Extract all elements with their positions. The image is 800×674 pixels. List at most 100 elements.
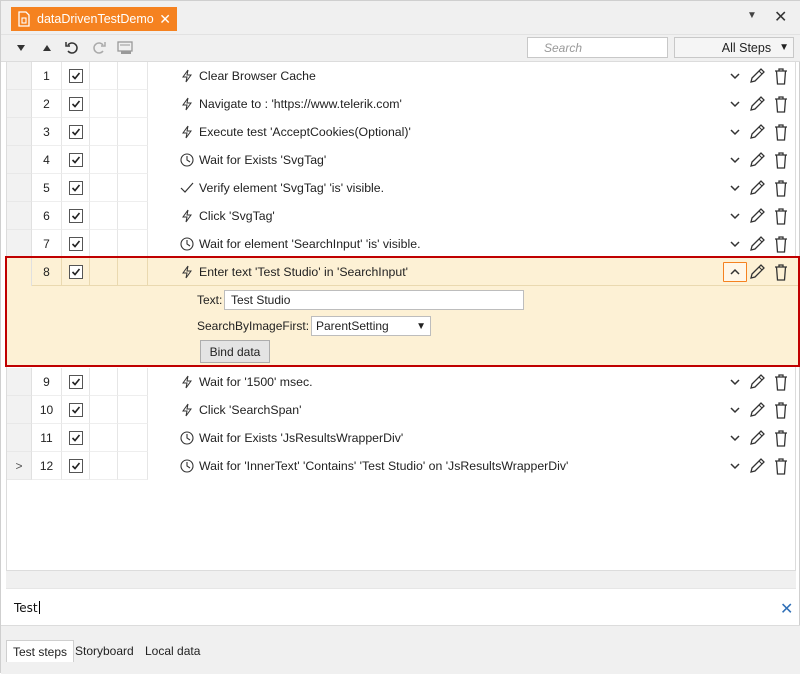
expand-step-button[interactable] (723, 456, 747, 476)
step-description[interactable]: Click 'SearchSpan' (148, 396, 795, 424)
edit-step-icon[interactable] (748, 457, 766, 475)
expand-step-button[interactable] (723, 150, 747, 170)
tab-list-dropdown-icon[interactable]: ▼ (747, 10, 757, 21)
command-input-area[interactable]: Test ✕ (6, 588, 796, 625)
step-enabled-checkbox[interactable] (62, 202, 90, 230)
step-enabled-checkbox[interactable] (62, 258, 90, 286)
delete-step-icon[interactable] (773, 151, 789, 169)
step-description[interactable]: Navigate to : 'https://www.telerik.com' (148, 90, 795, 118)
table-row-step-10[interactable]: 10 Click 'SearchSpan' (7, 396, 795, 424)
table-row-step-7[interactable]: 7 Wait for element 'SearchInput' 'is' vis… (7, 230, 795, 258)
undo-icon[interactable] (62, 38, 82, 58)
edit-step-icon[interactable] (748, 123, 766, 141)
row-expander[interactable] (7, 230, 32, 258)
table-row-step-1[interactable]: 1 Clear Browser Cache (7, 62, 795, 90)
delete-step-icon[interactable] (773, 373, 789, 391)
delete-step-icon[interactable] (773, 429, 789, 447)
edit-step-icon[interactable] (748, 401, 766, 419)
step-description[interactable]: Wait for Exists 'SvgTag' (148, 146, 795, 174)
edit-step-icon[interactable] (748, 179, 766, 197)
row-expander[interactable] (7, 258, 32, 286)
table-row-step-6[interactable]: 6 Click 'SvgTag' (7, 202, 795, 230)
step-description[interactable]: Enter text 'Test Studio' in 'SearchInput… (148, 258, 795, 286)
table-row-step-12[interactable]: >12 Wait for 'InnerText' 'Contains' 'Test… (7, 452, 795, 480)
row-expander[interactable] (7, 146, 32, 174)
expand-step-button[interactable] (723, 178, 747, 198)
delete-step-icon[interactable] (773, 207, 789, 225)
table-row-step-9[interactable]: 9 Wait for '1500' msec. (7, 368, 795, 396)
expand-step-button[interactable] (723, 372, 747, 392)
delete-step-icon[interactable] (773, 401, 789, 419)
recorder-icon[interactable] (116, 38, 136, 58)
step-enabled-checkbox[interactable] (62, 118, 90, 146)
expand-step-button[interactable] (723, 206, 747, 226)
table-row-step-2[interactable]: 2 Navigate to : 'https://www.telerik.com' (7, 90, 795, 118)
row-expander[interactable] (7, 396, 32, 424)
delete-step-icon[interactable] (773, 179, 789, 197)
table-row-step-4[interactable]: 4 Wait for Exists 'SvgTag' (7, 146, 795, 174)
step-filter-select[interactable]: All Steps ▼ (674, 37, 794, 58)
expand-step-button[interactable] (723, 428, 747, 448)
edit-step-icon[interactable] (748, 235, 766, 253)
search-by-image-select[interactable]: ParentSetting ▼ (311, 316, 431, 336)
step-description[interactable]: Wait for element 'SearchInput' 'is' visi… (148, 230, 795, 258)
collapse-step-button[interactable] (723, 262, 747, 282)
table-row-step-8[interactable]: 8 Enter text 'Test Studio' in 'SearchInp… (7, 258, 798, 286)
table-row-step-5[interactable]: 5 Verify element 'SvgTag' 'is' visible. (7, 174, 795, 202)
table-row-step-3[interactable]: 3 Execute test 'AcceptCookies(Optional)' (7, 118, 795, 146)
step-enabled-checkbox[interactable] (62, 62, 90, 90)
expand-step-button[interactable] (723, 122, 747, 142)
redo-icon[interactable] (89, 38, 109, 58)
delete-step-icon[interactable] (773, 235, 789, 253)
expand-step-button[interactable] (723, 400, 747, 420)
move-down-icon[interactable] (11, 38, 31, 58)
delete-step-icon[interactable] (773, 457, 789, 475)
edit-step-icon[interactable] (748, 95, 766, 113)
step-description[interactable]: Wait for '1500' msec. (148, 368, 795, 396)
edit-step-icon[interactable] (748, 151, 766, 169)
edit-step-icon[interactable] (748, 67, 766, 85)
row-expander[interactable]: > (7, 452, 32, 480)
step-enabled-checkbox[interactable] (62, 424, 90, 452)
close-window-icon[interactable]: ✕ (774, 7, 787, 27)
clear-input-icon[interactable]: ✕ (780, 599, 793, 619)
step-description[interactable]: Verify element 'SvgTag' 'is' visible. (148, 174, 795, 202)
expand-step-button[interactable] (723, 94, 747, 114)
expand-step-button[interactable] (723, 234, 747, 254)
move-up-icon[interactable] (37, 38, 57, 58)
edit-step-icon[interactable] (748, 263, 766, 281)
row-expander[interactable] (7, 118, 32, 146)
tab-test-steps[interactable]: Test steps (6, 640, 75, 662)
tab-datadriven-test[interactable]: dataDrivenTestDemo ✕ (11, 7, 177, 31)
edit-step-icon[interactable] (748, 373, 766, 391)
row-expander[interactable] (7, 174, 32, 202)
row-expander[interactable] (7, 62, 32, 90)
step-description[interactable]: Click 'SvgTag' (148, 202, 795, 230)
delete-step-icon[interactable] (773, 123, 789, 141)
step-enabled-checkbox[interactable] (62, 452, 90, 480)
step-enabled-checkbox[interactable] (62, 368, 90, 396)
delete-step-icon[interactable] (773, 95, 789, 113)
text-field[interactable] (224, 290, 524, 310)
bind-data-button[interactable]: Bind data (200, 340, 270, 363)
step-enabled-checkbox[interactable] (62, 230, 90, 258)
edit-step-icon[interactable] (748, 207, 766, 225)
step-enabled-checkbox[interactable] (62, 146, 90, 174)
row-expander[interactable] (7, 424, 32, 452)
delete-step-icon[interactable] (773, 67, 789, 85)
step-description[interactable]: Execute test 'AcceptCookies(Optional)' (148, 118, 795, 146)
close-tab-icon[interactable]: ✕ (159, 11, 171, 28)
step-enabled-checkbox[interactable] (62, 174, 90, 202)
row-expander[interactable] (7, 90, 32, 118)
row-expander[interactable] (7, 202, 32, 230)
step-description[interactable]: Wait for Exists 'JsResultsWrapperDiv' (148, 424, 795, 452)
command-input[interactable]: Test (14, 601, 40, 615)
delete-step-icon[interactable] (773, 263, 789, 281)
expand-step-button[interactable] (723, 66, 747, 86)
step-enabled-checkbox[interactable] (62, 396, 90, 424)
step-description[interactable]: Wait for 'InnerText' 'Contains' 'Test St… (148, 452, 795, 480)
step-enabled-checkbox[interactable] (62, 90, 90, 118)
table-row-step-11[interactable]: 11 Wait for Exists 'JsResultsWrapperDiv' (7, 424, 795, 452)
edit-step-icon[interactable] (748, 429, 766, 447)
row-expander[interactable] (7, 368, 32, 396)
